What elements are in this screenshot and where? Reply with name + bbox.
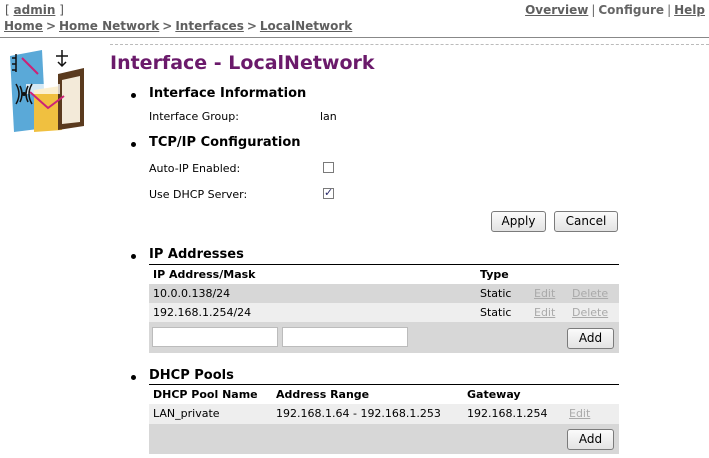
add-ip-button[interactable]: Add <box>567 328 614 349</box>
page-title: Interface - LocalNetwork <box>110 52 375 74</box>
dhcp-pool-name-cell: LAN_private <box>153 407 220 420</box>
nav-separator: | <box>667 3 672 17</box>
nav-help-link[interactable]: Help <box>674 3 705 17</box>
dhcp-add-row: Add <box>149 424 619 454</box>
cancel-button[interactable]: Cancel <box>554 211 618 232</box>
breadcrumb-separator: > <box>45 19 56 33</box>
breadcrumb-separator: > <box>162 19 173 33</box>
new-ip-mask-input[interactable] <box>282 327 408 347</box>
section-bullet <box>131 375 136 380</box>
tcpip-heading: TCP/IP Configuration <box>149 135 301 150</box>
network-interface-logo-icon <box>8 48 88 132</box>
top-navigation: Overview | Configure | Help <box>525 3 705 17</box>
dhcp-server-checkbox[interactable] <box>323 186 334 199</box>
ip-table-top-border <box>149 264 619 265</box>
user-bracket-close: ] <box>59 3 64 17</box>
admin-user-link[interactable]: admin <box>14 3 56 17</box>
ip-add-row: Add <box>149 322 619 353</box>
content-divider <box>110 44 709 45</box>
delete-link[interactable]: Delete <box>572 306 608 319</box>
ip-address-cell: 10.0.0.138/24 <box>153 287 231 300</box>
ip-address-cell: 192.168.1.254/24 <box>153 306 252 319</box>
section-bullet <box>131 142 136 147</box>
table-row: 192.168.1.254/24 Static Edit Delete <box>149 303 619 322</box>
dhcp-pools-heading: DHCP Pools <box>149 368 234 383</box>
interface-group-label: Interface Group: <box>149 110 239 123</box>
section-bullet <box>131 93 136 98</box>
dhcp-table-top-border <box>149 384 619 385</box>
breadcrumb-home-network[interactable]: Home Network <box>59 19 159 33</box>
ip-addresses-heading: IP Addresses <box>149 247 244 262</box>
edit-link[interactable]: Edit <box>534 306 555 319</box>
nav-configure-current: Configure <box>598 3 665 17</box>
user-indicator: [ admin ] <box>5 3 64 17</box>
edit-link[interactable]: Edit <box>569 407 590 420</box>
auto-ip-label: Auto-IP Enabled: <box>149 162 241 175</box>
table-row: 10.0.0.138/24 Static Edit Delete <box>149 284 619 303</box>
dhcp-gateway-cell: 192.168.1.254 <box>467 407 548 420</box>
user-bracket-open: [ <box>5 3 10 17</box>
dhcp-col-gateway: Gateway <box>467 388 521 401</box>
ip-col-address: IP Address/Mask <box>153 268 256 281</box>
new-ip-address-input[interactable] <box>152 327 278 347</box>
nav-overview-link[interactable]: Overview <box>525 3 588 17</box>
apply-button[interactable]: Apply <box>491 211 546 232</box>
nav-separator: | <box>591 3 596 17</box>
breadcrumb-home[interactable]: Home <box>4 19 43 33</box>
ip-type-cell: Static <box>480 287 512 300</box>
ip-type-cell: Static <box>480 306 512 319</box>
breadcrumb: Home > Home Network > Interfaces > LocalNetwor… <box>4 19 352 33</box>
delete-link[interactable]: Delete <box>572 287 608 300</box>
edit-link[interactable]: Edit <box>534 287 555 300</box>
interface-info-heading: Interface Information <box>149 86 307 101</box>
breadcrumb-localnetwork[interactable]: LocalNetwork <box>260 19 352 33</box>
interface-group-value: lan <box>320 110 337 123</box>
dhcp-range-cell: 192.168.1.64 - 192.168.1.253 <box>276 407 441 420</box>
ip-col-type: Type <box>480 268 509 281</box>
breadcrumb-interfaces[interactable]: Interfaces <box>175 19 244 33</box>
dhcp-server-label: Use DHCP Server: <box>149 188 248 201</box>
table-row: LAN_private 192.168.1.64 - 192.168.1.253… <box>149 404 619 424</box>
dhcp-col-name: DHCP Pool Name <box>153 388 258 401</box>
auto-ip-checkbox[interactable] <box>323 162 334 173</box>
section-bullet <box>131 254 136 259</box>
add-dhcp-pool-button[interactable]: Add <box>567 429 614 450</box>
breadcrumb-separator: > <box>246 19 257 33</box>
dhcp-col-range: Address Range <box>276 388 370 401</box>
header-divider <box>0 37 709 38</box>
